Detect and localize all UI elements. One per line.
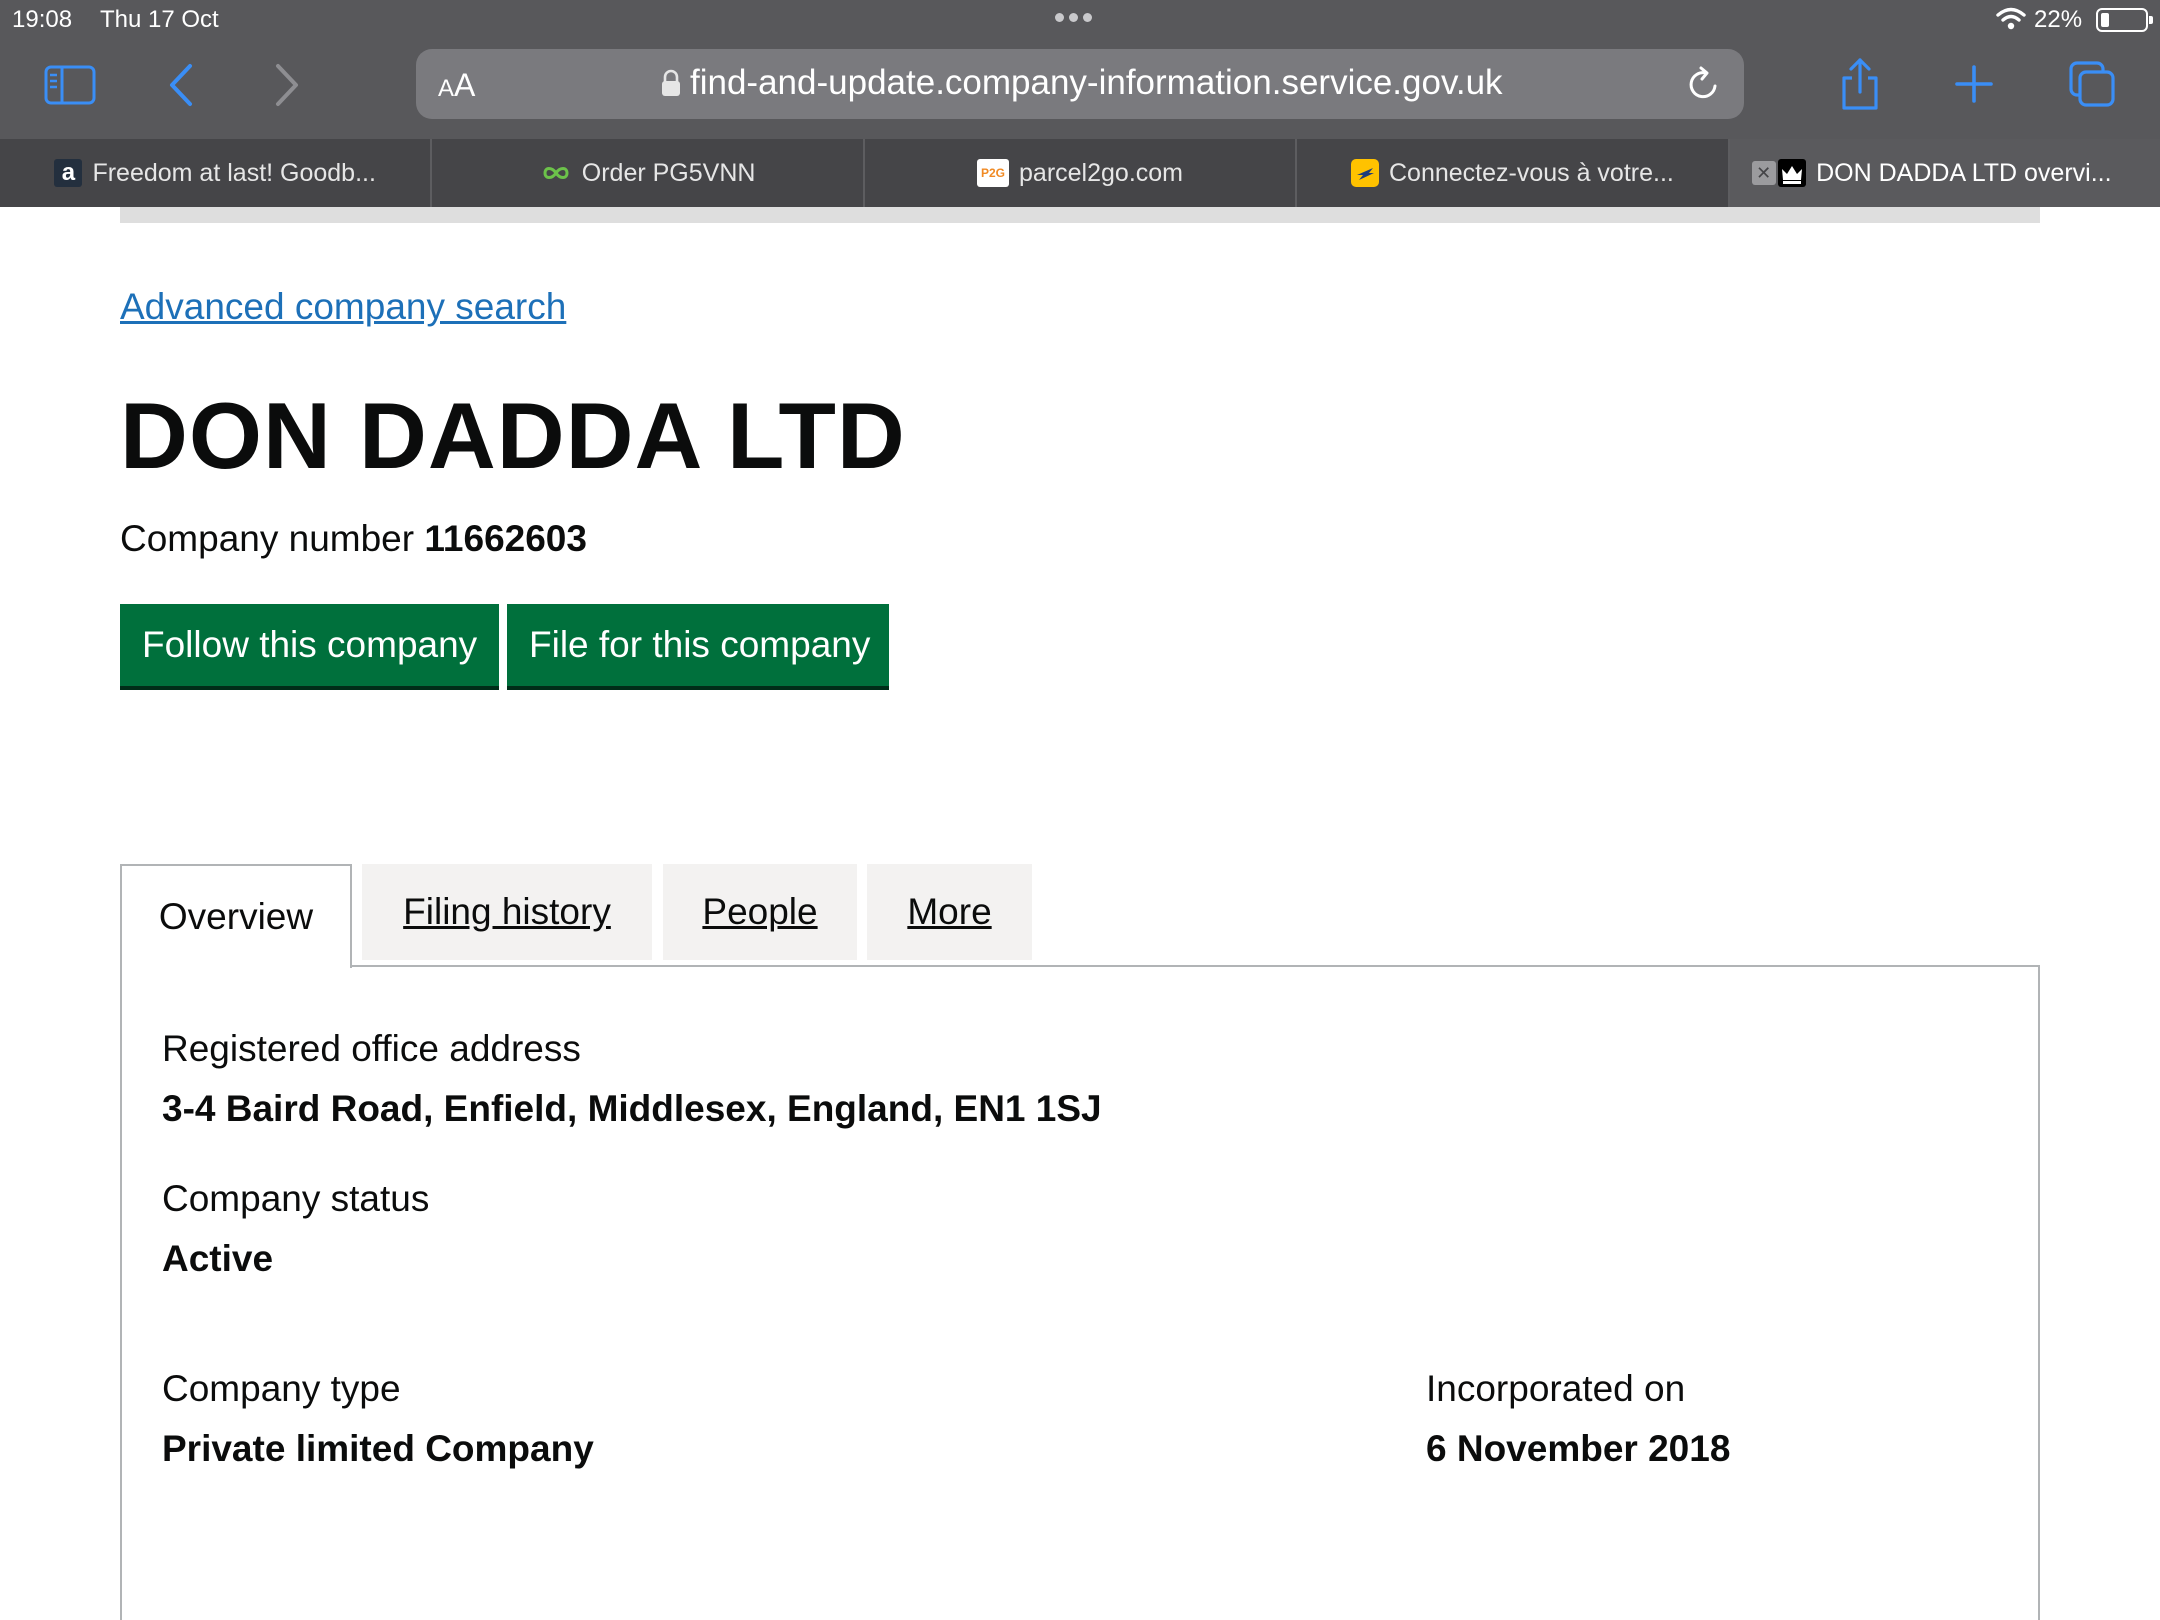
company-type-value: Private limited Company xyxy=(162,1428,594,1469)
sidebar-icon[interactable] xyxy=(44,65,96,105)
status-time: 19:08 xyxy=(12,6,73,33)
back-icon[interactable] xyxy=(166,62,196,108)
tab-overview[interactable]: Overview xyxy=(120,864,352,968)
forward-icon[interactable] xyxy=(272,62,302,108)
browser-tab-bar: a Freedom at last! Goodb... Order PG5VNN… xyxy=(0,139,2160,207)
browser-tab-active[interactable]: ✕ DON DADDA LTD overvi... xyxy=(1729,139,2160,207)
tab-filing-history[interactable]: Filing history xyxy=(362,864,652,960)
status-date: Thu 17 Oct xyxy=(100,6,219,33)
registered-office-value: 3-4 Baird Road, Enfield, Middlesex, Engl… xyxy=(162,1088,1102,1129)
browser-tab-title: DON DADDA LTD overvi... xyxy=(1816,158,2112,187)
battery-percentage: 22% xyxy=(2034,6,2083,33)
lock-icon xyxy=(662,69,680,96)
new-tab-icon[interactable] xyxy=(1954,64,1994,104)
crown-icon xyxy=(1778,159,1807,187)
laposte-icon xyxy=(1350,159,1379,187)
browser-tab-title: Order PG5VNN xyxy=(581,158,756,187)
browser-tab[interactable]: a Freedom at last! Goodb... xyxy=(0,139,433,207)
browser-tab-title: Connectez-vous à votre... xyxy=(1388,158,1674,187)
wifi-icon xyxy=(1996,7,2026,30)
share-icon[interactable] xyxy=(1836,56,1884,112)
company-type-label: Company type xyxy=(162,1368,401,1409)
browser-tab-title: parcel2go.com xyxy=(1019,158,1183,187)
amazon-icon: a xyxy=(54,159,83,187)
page-title: DON DADDA LTD xyxy=(120,383,906,488)
multitasking-dots-icon[interactable] xyxy=(1055,9,1105,29)
incorporated-label: Incorporated on xyxy=(1426,1368,1686,1409)
parcel2go-icon: P2G xyxy=(977,159,1010,187)
browser-tab[interactable]: Connectez-vous à votre... xyxy=(1297,139,1730,207)
tab-more[interactable]: More xyxy=(867,864,1032,960)
tab-people[interactable]: People xyxy=(663,864,857,960)
tabs-overview-icon[interactable] xyxy=(2068,60,2116,108)
company-status-value: Active xyxy=(162,1238,274,1279)
registered-office-label: Registered office address xyxy=(162,1028,581,1069)
close-tab-icon[interactable]: ✕ xyxy=(1751,161,1776,185)
battery-icon xyxy=(2096,8,2153,32)
follow-company-button[interactable]: Follow this company xyxy=(120,604,499,690)
infinity-icon xyxy=(543,167,569,179)
company-number: Company number 11662603 xyxy=(120,518,587,560)
reload-icon[interactable] xyxy=(1686,65,1722,103)
status-bar: 19:08 Thu 17 Oct 22% xyxy=(0,0,2160,40)
browser-tab[interactable]: Order PG5VNN xyxy=(432,139,865,207)
file-for-company-button[interactable]: File for this company xyxy=(507,604,889,690)
address-bar[interactable]: AA find-and-update.company-information.s… xyxy=(416,49,1744,119)
company-number-label: Company number xyxy=(120,518,415,559)
text-size-button[interactable]: AA xyxy=(438,67,475,104)
advanced-search-link[interactable]: Advanced company search xyxy=(120,286,566,328)
browser-tab-title: Freedom at last! Goodb... xyxy=(92,158,376,187)
company-status-label: Company status xyxy=(162,1178,430,1219)
incorporated-value: 6 November 2018 xyxy=(1426,1428,1731,1469)
company-number-value: 11662603 xyxy=(424,518,587,559)
url-text: find-and-update.company-information.serv… xyxy=(690,63,1503,102)
header-divider xyxy=(120,207,2040,223)
browser-tab[interactable]: P2G parcel2go.com xyxy=(865,139,1298,207)
